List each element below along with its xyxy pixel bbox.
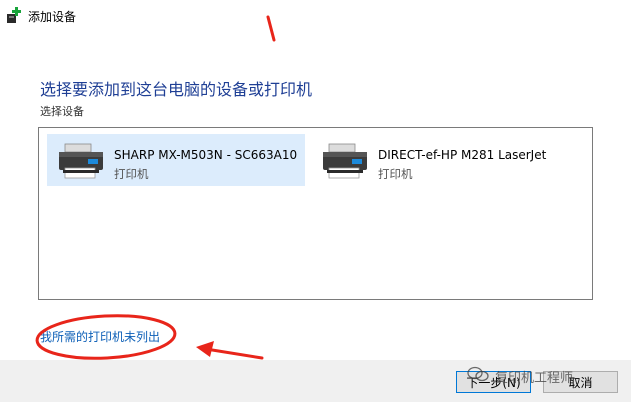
device-item-sharp[interactable]: SHARP MX-M503N - SC663A10 打印机: [47, 134, 305, 186]
printer-not-listed-link[interactable]: 我所需的打印机未列出: [40, 328, 160, 345]
wechat-icon: [467, 366, 489, 382]
device-list[interactable]: SHARP MX-M503N - SC663A10 打印机 DIRECT-ef-…: [38, 127, 593, 300]
printer-icon: [323, 143, 367, 179]
page-heading: 选择要添加到这台电脑的设备或打印机: [40, 80, 313, 99]
annotation-arrow-shaft: [204, 347, 264, 360]
watermark-text: 复印机工程师: [495, 371, 574, 386]
device-name: DIRECT-ef-HP M281 LaserJet: [378, 148, 547, 162]
window-title: 添加设备: [28, 10, 77, 24]
annotation-arrow-head: [196, 341, 214, 357]
printer-icon: [59, 143, 103, 179]
title-bar: 添加设备: [0, 0, 631, 32]
device-type: 打印机: [114, 167, 149, 181]
device-list-label: 选择设备: [40, 105, 84, 118]
device-item-hp[interactable]: DIRECT-ef-HP M281 LaserJet 打印机: [311, 134, 581, 186]
device-type: 打印机: [378, 167, 413, 181]
device-name: SHARP MX-M503N - SC663A10: [114, 148, 298, 162]
printer-add-icon: [7, 7, 21, 23]
